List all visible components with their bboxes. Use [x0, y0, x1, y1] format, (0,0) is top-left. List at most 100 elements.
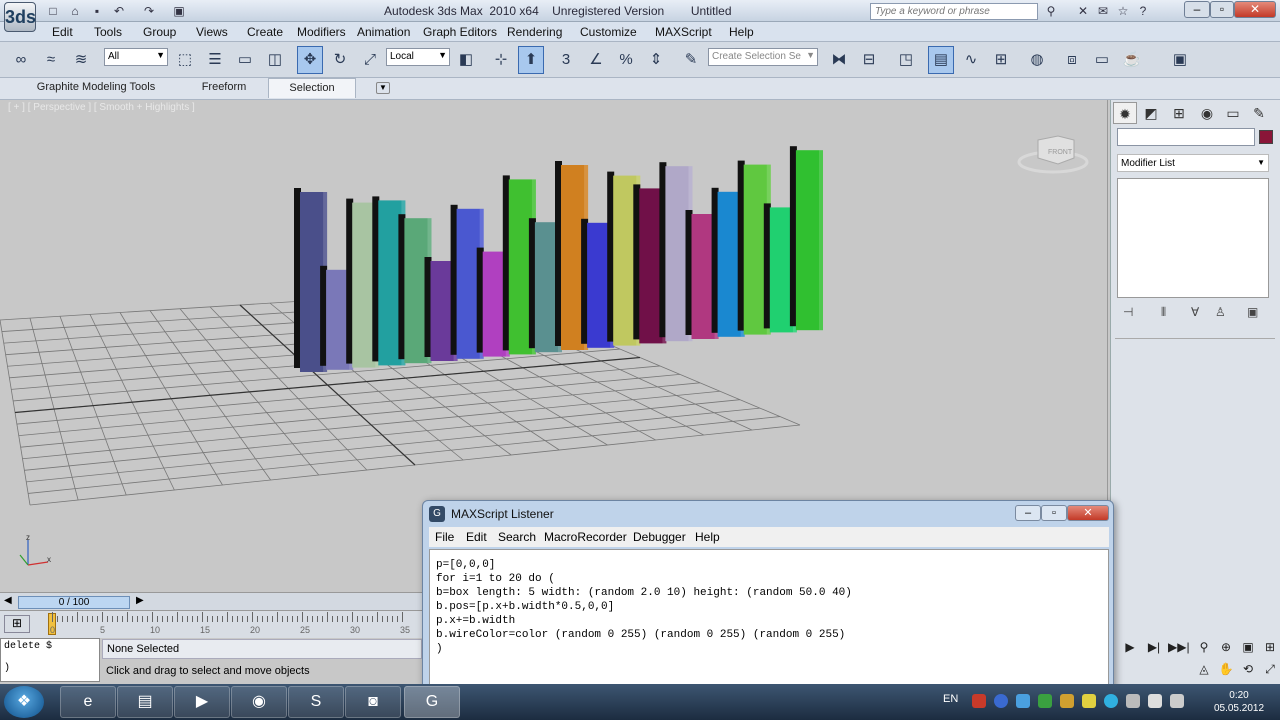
named-selection-dropdown[interactable]: Create Selection Se ▼: [708, 48, 818, 66]
unlink-icon[interactable]: ≈: [38, 46, 64, 74]
configure-sets-icon[interactable]: ▣: [1247, 305, 1258, 319]
curve-editor-mini-icon[interactable]: ⊞: [4, 615, 30, 633]
rendered-frame-icon[interactable]: ▭: [1089, 46, 1115, 74]
maximize-button[interactable]: ▫: [1210, 1, 1234, 18]
viewcube-icon[interactable]: FRONT: [1017, 135, 1089, 174]
language-indicator[interactable]: EN: [943, 693, 958, 705]
menu-maxscript[interactable]: MAXScript: [655, 25, 712, 39]
object-color-swatch[interactable]: [1259, 130, 1273, 144]
internet-explorer-icon[interactable]: e: [60, 686, 116, 718]
modifier-list-dropdown[interactable]: Modifier List ▼: [1117, 154, 1269, 172]
object-name-field[interactable]: [1117, 128, 1255, 146]
menu-modifiers[interactable]: Modifiers: [297, 25, 346, 39]
time-slider[interactable]: ◀ 0 / 100 ▶: [0, 592, 422, 610]
bind-spacewarp-icon[interactable]: ≋: [68, 46, 94, 74]
menu-edit[interactable]: Edit: [52, 25, 73, 39]
panel-toggle-icon[interactable]: ▣: [1167, 46, 1193, 74]
link-icon[interactable]: ∞: [8, 46, 34, 74]
hierarchy-tab-icon[interactable]: ⊞: [1167, 102, 1191, 124]
pin-stack-icon[interactable]: ⊣: [1123, 305, 1133, 319]
menu-animation[interactable]: Animation: [357, 25, 410, 39]
new-icon[interactable]: □: [44, 2, 62, 19]
power-tray-icon[interactable]: [1148, 694, 1162, 708]
pan-icon[interactable]: ✋: [1216, 662, 1236, 680]
zoom-extents-icon[interactable]: ▣: [1238, 640, 1258, 658]
security-tray-icon[interactable]: [1060, 694, 1074, 708]
menu-tools[interactable]: Tools: [94, 25, 122, 39]
listener-minimize-button[interactable]: –: [1015, 505, 1041, 521]
action-center-icon[interactable]: [1126, 694, 1140, 708]
camtasia-icon[interactable]: ◙: [345, 686, 401, 718]
curve-editor-icon[interactable]: ∿: [958, 46, 984, 74]
listener-menu-macrorecorder[interactable]: MacroRecorder: [544, 530, 627, 544]
select-by-name-icon[interactable]: ☰: [202, 46, 228, 74]
play-icon[interactable]: ▶: [1120, 640, 1140, 658]
system-clock[interactable]: 0:20 05.05.2012: [1210, 689, 1268, 715]
media-player-icon[interactable]: ▶: [174, 686, 230, 718]
ref-coord-dropdown[interactable]: Local ▼: [386, 48, 450, 66]
redo-icon[interactable]: ↷: [140, 2, 158, 19]
minimize-button[interactable]: –: [1184, 1, 1210, 18]
hold-icon[interactable]: ▣: [170, 2, 188, 19]
bluetooth-tray-icon[interactable]: [994, 694, 1008, 708]
save-icon[interactable]: ▪: [88, 2, 106, 19]
material-editor-icon[interactable]: ◍: [1024, 46, 1050, 74]
file-explorer-icon[interactable]: ▤: [117, 686, 173, 718]
listener-menu-debugger[interactable]: Debugger: [633, 530, 686, 544]
network-tray-icon[interactable]: [1016, 694, 1030, 708]
show-end-result-icon[interactable]: ⫴: [1161, 305, 1166, 320]
prev-frame-icon[interactable]: ◀: [4, 595, 12, 606]
menu-customize[interactable]: Customize: [580, 25, 637, 39]
app-logo-icon[interactable]: 3ds: [4, 2, 36, 32]
menu-create[interactable]: Create: [247, 25, 283, 39]
pivot-center-icon[interactable]: ◧: [453, 46, 479, 74]
utilities-tab-icon[interactable]: ✎: [1247, 102, 1271, 124]
tab-graphite-modeling[interactable]: Graphite Modeling Tools: [10, 78, 182, 98]
listener-close-button[interactable]: ✕: [1067, 505, 1109, 521]
remove-modifier-icon[interactable]: ♙: [1215, 305, 1226, 319]
skype-icon[interactable]: S: [288, 686, 344, 718]
layer-manager-icon[interactable]: ◳: [893, 46, 919, 74]
start-button[interactable]: ❖: [4, 686, 44, 718]
listener-maximize-button[interactable]: ▫: [1041, 505, 1067, 521]
make-unique-icon[interactable]: ∀: [1191, 305, 1199, 319]
mini-listener-command[interactable]: delete $: [4, 641, 52, 652]
select-scale-icon[interactable]: ⤢: [357, 46, 383, 74]
create-tab-icon[interactable]: ✹: [1113, 102, 1137, 124]
listener-menu-help[interactable]: Help: [695, 530, 720, 544]
selection-filter-dropdown[interactable]: All ▼: [104, 48, 168, 66]
align-icon[interactable]: ⊟: [856, 46, 882, 74]
menu-group[interactable]: Group: [143, 25, 176, 39]
binoculars-icon[interactable]: ⚲: [1042, 2, 1060, 19]
ribbon-collapse-icon[interactable]: ▼: [376, 82, 390, 94]
next-frame-icon[interactable]: ▶: [136, 595, 144, 606]
go-to-end-icon[interactable]: ▶▶|: [1168, 640, 1190, 658]
keyboard-shortcut-icon[interactable]: ⬆: [518, 46, 544, 74]
open-icon[interactable]: ⌂: [66, 2, 84, 19]
menu-views[interactable]: Views: [196, 25, 228, 39]
render-setup-icon[interactable]: ⧈: [1059, 46, 1085, 74]
angle-snap-icon[interactable]: ∠: [583, 46, 609, 74]
spinner-snap-icon[interactable]: ⇕: [643, 46, 669, 74]
manipulate-icon[interactable]: ⊹: [488, 46, 514, 74]
next-frame-icon[interactable]: ▶|: [1144, 640, 1164, 658]
zoom-icon[interactable]: ⚲: [1194, 640, 1214, 658]
comm-center-icon[interactable]: ✉: [1094, 2, 1112, 19]
listener-menu-search[interactable]: Search: [498, 530, 536, 544]
favorites-icon[interactable]: ☆: [1114, 2, 1132, 19]
maxscript-listener-window[interactable]: G MAXScript Listener – ▫ ✕ File Edit Sea…: [422, 500, 1114, 691]
field-of-view-icon[interactable]: ◬: [1194, 662, 1214, 680]
update-tray-icon[interactable]: [1038, 694, 1052, 708]
modify-tab-icon[interactable]: ◩: [1139, 102, 1163, 124]
keyword-search-input[interactable]: Type a keyword or phrase: [870, 3, 1038, 20]
window-crossing-icon[interactable]: ◫: [262, 46, 288, 74]
select-move-icon[interactable]: ✥: [297, 46, 323, 74]
maximize-viewport-icon[interactable]: ⤢: [1260, 662, 1280, 680]
mirror-icon[interactable]: ⧓: [826, 46, 852, 74]
time-slider-thumb[interactable]: 0 / 100: [18, 596, 130, 609]
3dsmax-taskbar-icon[interactable]: G: [404, 686, 460, 718]
menu-rendering[interactable]: Rendering: [507, 25, 562, 39]
tab-freeform[interactable]: Freeform: [182, 78, 266, 98]
tab-selection[interactable]: Selection: [268, 78, 356, 98]
close-button[interactable]: ✕: [1234, 1, 1276, 18]
